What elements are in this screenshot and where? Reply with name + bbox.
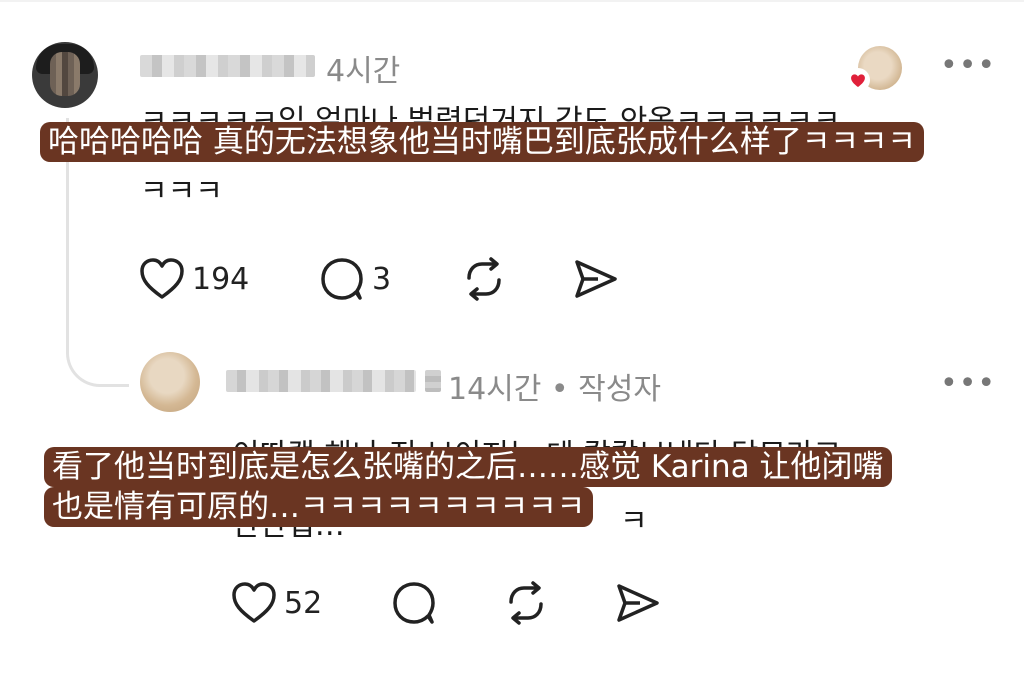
repost-icon	[502, 580, 550, 626]
comment-timestamp: 4시간	[326, 54, 401, 89]
reply-like-count: 52	[284, 585, 323, 621]
reply-timestamp-and-author-tag: 14시간 • 작성자	[448, 364, 661, 408]
heart-icon	[230, 580, 278, 626]
send-icon	[614, 580, 662, 626]
comment-like-count: 194	[192, 261, 250, 297]
reply-repost-button[interactable]	[502, 580, 550, 626]
comment-bubble-icon	[318, 256, 366, 302]
comment-bubble-icon	[390, 580, 438, 626]
comment-like-button[interactable]: 194	[138, 256, 249, 302]
comment-author-name-blurred[interactable]	[140, 55, 315, 77]
repost-icon	[460, 256, 508, 302]
top-divider	[0, 0, 1024, 2]
liked-heart-badge-icon	[845, 67, 871, 93]
reply-translation-caption-line2: 也是情有可原的…ㅋㅋㅋㅋㅋㅋㅋㅋㅋㅋ	[44, 487, 594, 527]
comment-text-line2: ㅋㅋㅋ	[140, 174, 223, 209]
reply-more-dots-icon[interactable]: •••	[940, 366, 996, 401]
comment-reply-count: 3	[372, 261, 392, 297]
heart-icon	[138, 256, 186, 302]
send-icon	[572, 256, 620, 302]
reply-translation-caption-line1: 看了他当时到底是怎么张嘴的之后……感觉 Karina 让他闭嘴	[44, 447, 892, 487]
comment-author-avatar[interactable]	[32, 42, 98, 108]
separator-dot: •	[550, 372, 579, 407]
comment-reply-button[interactable]: 3	[318, 256, 391, 302]
comment-more-dots-icon[interactable]: •••	[940, 48, 996, 83]
reply-author-avatar[interactable]	[140, 352, 200, 412]
comment-repost-button[interactable]	[460, 256, 508, 302]
reply-reply-button[interactable]	[390, 580, 438, 626]
reply-author-tag: 작성자	[578, 372, 661, 407]
reply-like-button[interactable]: 52	[230, 580, 322, 626]
reply-text-tail: ㅋ	[620, 504, 648, 539]
reply-author-name-blurred-tail	[425, 370, 441, 392]
comment-share-button[interactable]	[572, 256, 620, 302]
comment-translation-caption: 哈哈哈哈哈 真的无法想象他当时嘴巴到底张成什么样了ㅋㅋㅋㅋ	[40, 122, 924, 162]
reply-author-name-blurred[interactable]	[226, 370, 416, 392]
reply-share-button[interactable]	[614, 580, 662, 626]
reply-timestamp: 14시간	[448, 372, 542, 407]
